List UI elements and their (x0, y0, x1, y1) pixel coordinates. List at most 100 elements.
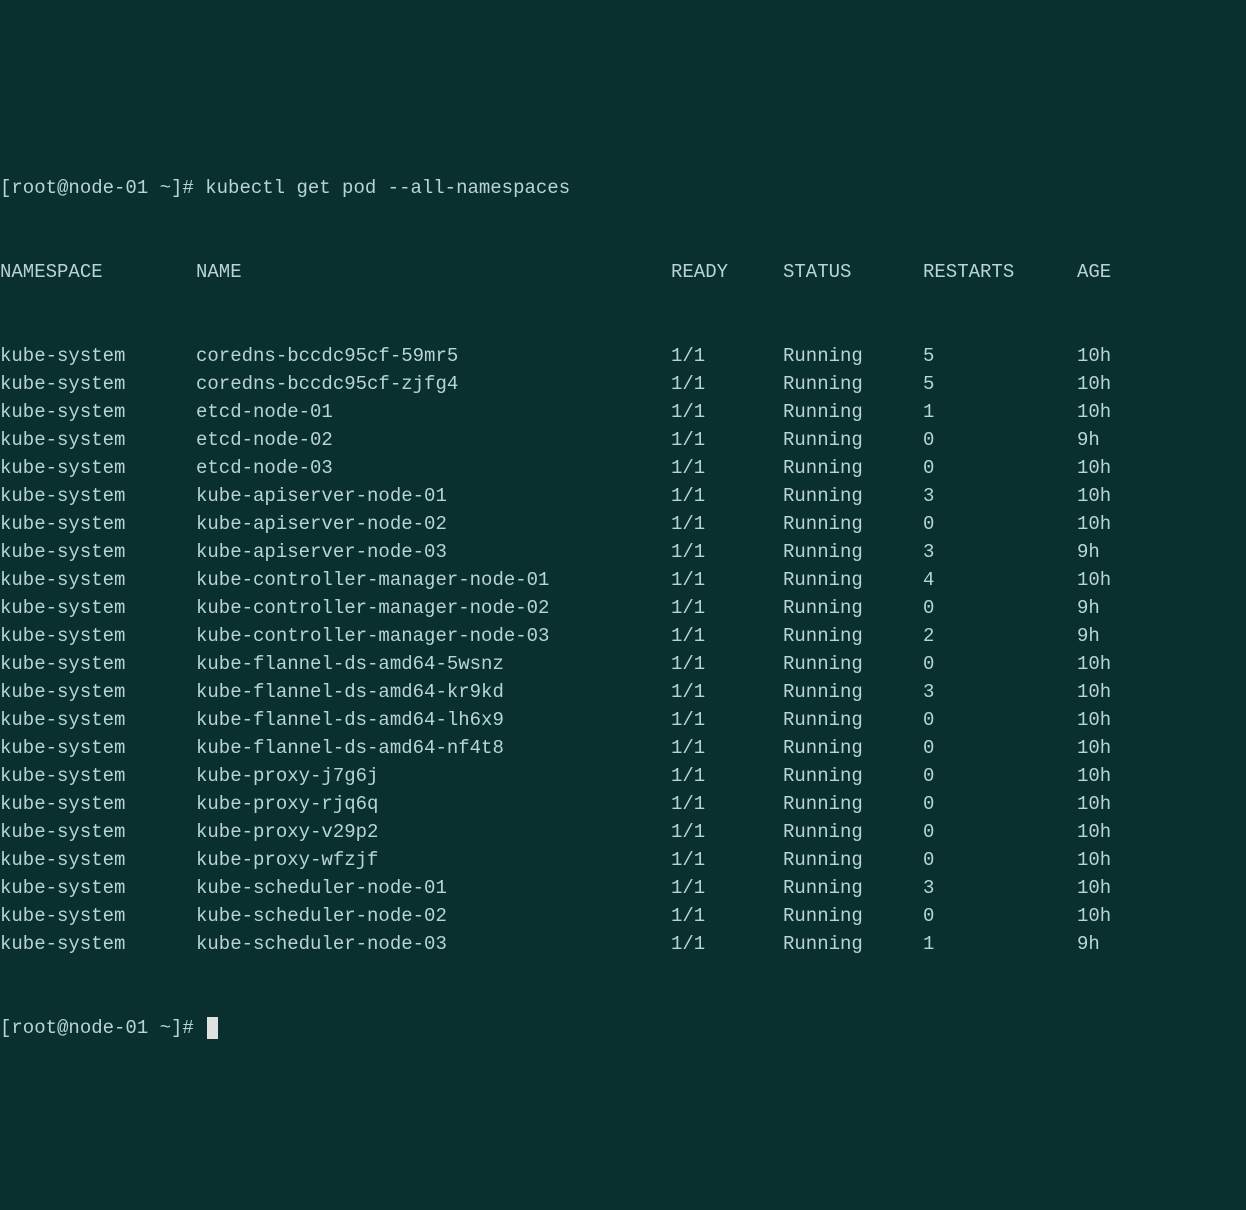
cell-name: kube-scheduler-node-01 (196, 874, 671, 902)
cell-name: kube-proxy-rjq6q (196, 790, 671, 818)
cell-status: Running (783, 622, 923, 650)
table-row: kube-systemetcd-node-011/1Running110h (0, 398, 1246, 426)
cell-restarts: 0 (923, 706, 1077, 734)
cell-restarts: 0 (923, 426, 1077, 454)
cell-name: kube-controller-manager-node-02 (196, 594, 671, 622)
cell-namespace: kube-system (0, 482, 196, 510)
cell-ready: 1/1 (671, 510, 783, 538)
cell-restarts: 0 (923, 734, 1077, 762)
cell-ready: 1/1 (671, 930, 783, 958)
cell-ready: 1/1 (671, 342, 783, 370)
cell-age: 10h (1077, 874, 1111, 902)
cell-name: kube-flannel-ds-amd64-nf4t8 (196, 734, 671, 762)
cell-name: kube-scheduler-node-03 (196, 930, 671, 958)
cell-namespace: kube-system (0, 734, 196, 762)
cell-restarts: 0 (923, 762, 1077, 790)
table-row: kube-systemkube-apiserver-node-021/1Runn… (0, 510, 1246, 538)
cell-namespace: kube-system (0, 706, 196, 734)
cell-namespace: kube-system (0, 762, 196, 790)
cell-restarts: 3 (923, 482, 1077, 510)
cell-age: 10h (1077, 790, 1111, 818)
cell-namespace: kube-system (0, 874, 196, 902)
cell-restarts: 0 (923, 510, 1077, 538)
table-row: kube-systemkube-controller-manager-node-… (0, 622, 1246, 650)
table-row: kube-systemcoredns-bccdc95cf-59mr51/1Run… (0, 342, 1246, 370)
cell-status: Running (783, 734, 923, 762)
cell-name: kube-scheduler-node-02 (196, 902, 671, 930)
cell-status: Running (783, 510, 923, 538)
cell-status: Running (783, 818, 923, 846)
shell-prompt: [root@node-01 ~]# (0, 1017, 205, 1039)
cell-ready: 1/1 (671, 790, 783, 818)
cell-namespace: kube-system (0, 790, 196, 818)
cell-ready: 1/1 (671, 398, 783, 426)
cell-age: 9h (1077, 594, 1100, 622)
header-status: STATUS (783, 258, 923, 286)
cell-name: kube-flannel-ds-amd64-lh6x9 (196, 706, 671, 734)
table-row: kube-systemkube-flannel-ds-amd64-kr9kd1/… (0, 678, 1246, 706)
table-body: kube-systemcoredns-bccdc95cf-59mr51/1Run… (0, 342, 1246, 958)
cell-status: Running (783, 930, 923, 958)
cell-restarts: 0 (923, 902, 1077, 930)
cell-status: Running (783, 594, 923, 622)
cell-name: kube-flannel-ds-amd64-kr9kd (196, 678, 671, 706)
cell-name: etcd-node-03 (196, 454, 671, 482)
cell-status: Running (783, 538, 923, 566)
cell-status: Running (783, 370, 923, 398)
terminal[interactable]: [root@node-01 ~]# kubectl get pod --all-… (0, 118, 1246, 1070)
cell-ready: 1/1 (671, 818, 783, 846)
table-row: kube-systemkube-apiserver-node-031/1Runn… (0, 538, 1246, 566)
cell-ready: 1/1 (671, 622, 783, 650)
cell-name: etcd-node-02 (196, 426, 671, 454)
cell-status: Running (783, 454, 923, 482)
cell-namespace: kube-system (0, 510, 196, 538)
cell-name: kube-proxy-j7g6j (196, 762, 671, 790)
cell-namespace: kube-system (0, 678, 196, 706)
cell-name: coredns-bccdc95cf-59mr5 (196, 342, 671, 370)
table-row: kube-systemkube-controller-manager-node-… (0, 566, 1246, 594)
header-name: NAME (196, 258, 671, 286)
cell-restarts: 5 (923, 342, 1077, 370)
cell-status: Running (783, 902, 923, 930)
cell-namespace: kube-system (0, 538, 196, 566)
cell-ready: 1/1 (671, 734, 783, 762)
cell-age: 10h (1077, 734, 1111, 762)
cell-age: 10h (1077, 706, 1111, 734)
cell-age: 10h (1077, 566, 1111, 594)
cell-name: kube-flannel-ds-amd64-5wsnz (196, 650, 671, 678)
header-namespace: NAMESPACE (0, 258, 196, 286)
cell-namespace: kube-system (0, 902, 196, 930)
cell-age: 9h (1077, 930, 1100, 958)
table-header-row: NAMESPACENAMEREADYSTATUSRESTARTSAGE (0, 258, 1246, 286)
cell-ready: 1/1 (671, 650, 783, 678)
cell-namespace: kube-system (0, 398, 196, 426)
cell-status: Running (783, 678, 923, 706)
cell-namespace: kube-system (0, 370, 196, 398)
cell-name: etcd-node-01 (196, 398, 671, 426)
table-row: kube-systemetcd-node-021/1Running09h (0, 426, 1246, 454)
cell-age: 10h (1077, 650, 1111, 678)
table-row: kube-systemkube-scheduler-node-011/1Runn… (0, 874, 1246, 902)
command-line: [root@node-01 ~]# kubectl get pod --all-… (0, 174, 1246, 202)
cell-restarts: 2 (923, 622, 1077, 650)
cell-age: 10h (1077, 846, 1111, 874)
cell-status: Running (783, 482, 923, 510)
prompt-line: [root@node-01 ~]# (0, 1014, 1246, 1042)
table-row: kube-systemkube-apiserver-node-011/1Runn… (0, 482, 1246, 510)
cell-restarts: 0 (923, 454, 1077, 482)
table-row: kube-systemcoredns-bccdc95cf-zjfg41/1Run… (0, 370, 1246, 398)
cell-status: Running (783, 426, 923, 454)
cell-age: 10h (1077, 370, 1111, 398)
cell-restarts: 3 (923, 538, 1077, 566)
cell-status: Running (783, 706, 923, 734)
cell-status: Running (783, 874, 923, 902)
cell-name: kube-apiserver-node-01 (196, 482, 671, 510)
cell-restarts: 1 (923, 398, 1077, 426)
cell-age: 10h (1077, 342, 1111, 370)
cell-restarts: 1 (923, 930, 1077, 958)
table-row: kube-systemkube-scheduler-node-021/1Runn… (0, 902, 1246, 930)
cell-status: Running (783, 342, 923, 370)
table-row: kube-systemkube-proxy-j7g6j1/1Running010… (0, 762, 1246, 790)
cell-ready: 1/1 (671, 566, 783, 594)
table-row: kube-systemkube-flannel-ds-amd64-nf4t81/… (0, 734, 1246, 762)
